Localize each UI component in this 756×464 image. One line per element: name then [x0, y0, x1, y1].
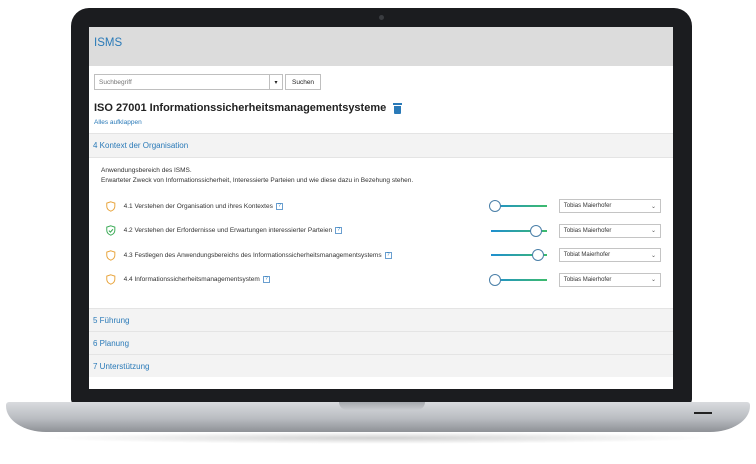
slider-thumb[interactable] [532, 249, 545, 262]
chevron-down-icon: ⌄ [650, 228, 656, 235]
collapsed-sections: 5 Führung 6 Planung 7 Unterstützung [89, 308, 673, 377]
owner-select[interactable]: Tobias Maierhofer ⌄ [558, 272, 661, 287]
progress-slider[interactable] [489, 224, 547, 237]
expand-all-link[interactable]: Alles aufklappen [94, 119, 668, 126]
search-dropdown-button[interactable]: ▾ [269, 74, 283, 90]
owner-value: Tobias Maierhofer [563, 203, 612, 210]
description-line: Erwarteter Zweck von Informationssicherh… [101, 177, 414, 184]
chevron-down-icon: ⌄ [650, 252, 656, 259]
shield-icon [106, 250, 116, 261]
chevron-down-icon: ⌄ [650, 203, 656, 210]
page-title-row: ISO 27001 Informationssicherheitsmanagem… [94, 102, 668, 114]
section-description: Anwendungsbereich des ISMS. Erwarteter Z… [101, 166, 661, 186]
lid-notch [339, 402, 425, 410]
slider-thumb[interactable] [489, 200, 502, 213]
laptop-lid: ISMS ▾ Suchen ISO 27001 Informationssich… [71, 8, 692, 405]
section-header-kontext[interactable]: 4 Kontext der Organisation [89, 133, 673, 158]
shield-icon [106, 274, 116, 285]
section-header-collapsed[interactable]: 7 Unterstützung [89, 354, 673, 377]
progress-slider[interactable] [489, 200, 547, 213]
help-icon[interactable]: ? [275, 202, 283, 210]
owner-value: Tobias Maierhofer [563, 276, 612, 283]
owner-select[interactable]: Tobias Maierhofer ⌄ [558, 199, 661, 214]
owner-value: Tobias Maierhofer [563, 227, 612, 234]
app-header: ISMS [89, 27, 673, 66]
requirement-text: 4.3 Festlegen des Anwendungsbereichs des… [123, 251, 382, 259]
trash-icon[interactable] [393, 102, 403, 114]
shield-check-icon [106, 225, 116, 236]
screen: ISMS ▾ Suchen ISO 27001 Informationssich… [89, 27, 673, 389]
help-icon[interactable]: ? [262, 276, 270, 284]
progress-slider[interactable] [489, 249, 547, 262]
help-icon[interactable]: ? [384, 251, 392, 259]
status-led [694, 412, 712, 414]
requirement-text: 4.1 Verstehen der Organisation und ihres… [123, 202, 273, 210]
requirement-text: 4.4 Informationssicherheitsmanagementsys… [123, 276, 260, 284]
requirement-label: 4.1 Verstehen der Organisation und ihres… [123, 202, 482, 210]
owner-select[interactable]: Tobias Maierhofer ⌄ [558, 223, 661, 238]
requirement-row: 4.3 Festlegen des Anwendungsbereichs des… [101, 243, 661, 268]
section-body-kontext: Anwendungsbereich des ISMS. Erwarteter Z… [89, 158, 673, 308]
requirement-list: 4.1 Verstehen der Organisation und ihres… [101, 194, 661, 292]
help-icon[interactable]: ? [335, 227, 343, 235]
page-title: ISO 27001 Informationssicherheitsmanagem… [94, 102, 387, 114]
chevron-down-icon: ⌄ [650, 277, 656, 284]
shield-icon [106, 201, 116, 212]
laptop-shadow [40, 432, 716, 444]
requirement-row: 4.1 Verstehen der Organisation und ihres… [101, 194, 661, 219]
requirement-label: 4.2 Verstehen der Erfordernisse und Erwa… [124, 227, 482, 234]
requirement-row: 4.4 Informationssicherheitsmanagementsys… [101, 268, 661, 293]
search-button[interactable]: Suchen [285, 74, 322, 90]
section-header-collapsed[interactable]: 5 Führung [89, 308, 673, 331]
requirement-text: 4.2 Verstehen der Erfordernisse und Erwa… [123, 227, 333, 235]
owner-select[interactable]: Tobiat Maierhofer ⌄ [558, 248, 661, 263]
laptop-base [6, 402, 750, 432]
description-line: Anwendungsbereich des ISMS. [101, 167, 192, 174]
owner-value: Tobiat Maierhofer [563, 252, 611, 259]
search-input[interactable] [94, 74, 269, 90]
main-content: ▾ Suchen ISO 27001 Informationssicherhei… [89, 66, 673, 126]
search-bar: ▾ Suchen [94, 74, 668, 90]
progress-slider[interactable] [489, 273, 547, 286]
requirement-row: 4.2 Verstehen der Erfordernisse und Erwa… [101, 219, 661, 244]
slider-thumb[interactable] [529, 224, 542, 237]
requirement-label: 4.4 Informationssicherheitsmanagementsys… [124, 276, 482, 283]
camera-icon [379, 15, 384, 20]
slider-thumb[interactable] [489, 273, 502, 286]
app-title[interactable]: ISMS [94, 37, 673, 49]
section-header-collapsed[interactable]: 6 Planung [89, 331, 673, 354]
requirement-label: 4.3 Festlegen des Anwendungsbereichs des… [123, 251, 482, 259]
